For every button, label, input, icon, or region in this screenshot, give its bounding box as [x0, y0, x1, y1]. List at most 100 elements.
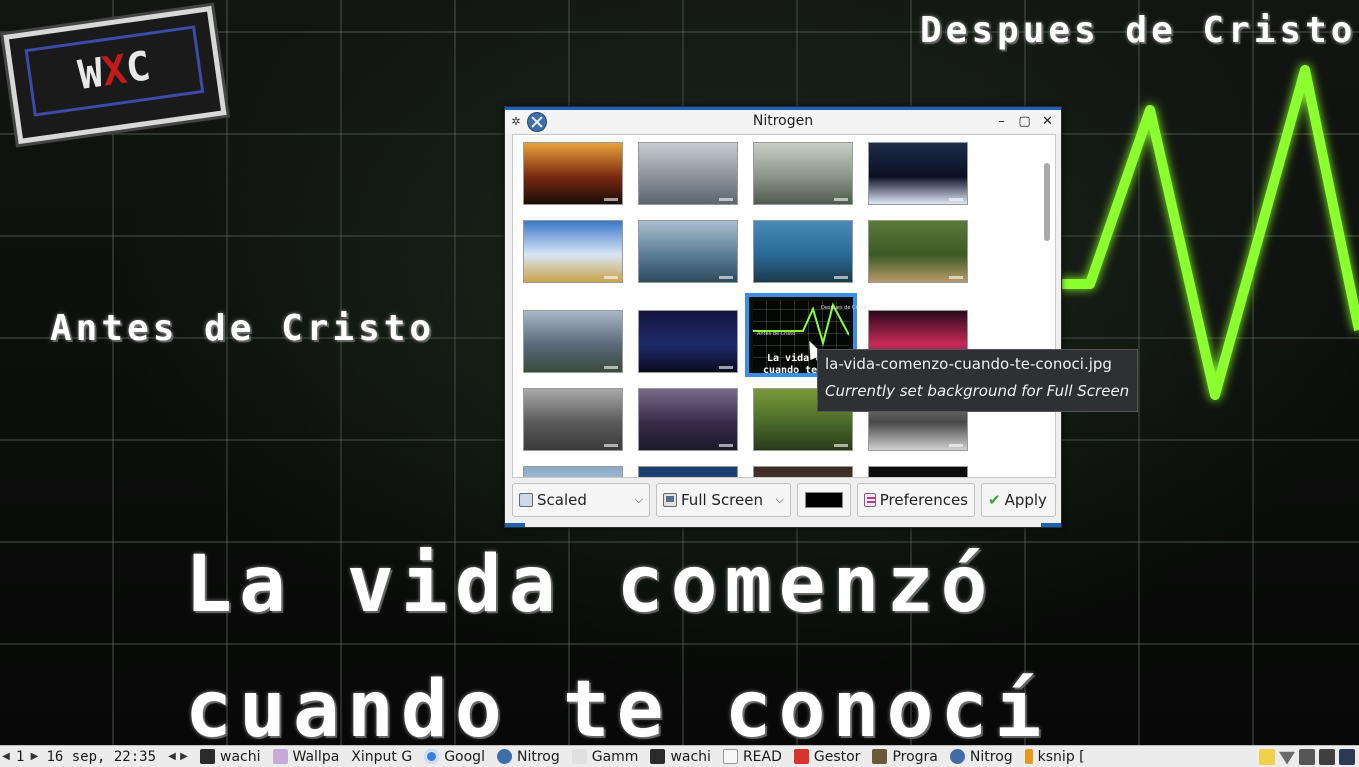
taskbar-item-label: Nitrog	[969, 748, 1013, 765]
workspace-next-icon[interactable]: ▶	[28, 751, 40, 762]
gear-icon[interactable]: ✲	[505, 115, 527, 128]
nitrogen-controls: Scaled ⌵ Full Screen ⌵ Preferences ✔ App…	[512, 483, 1056, 517]
chevron-down-icon: ⌵	[634, 493, 643, 506]
thumbnail-tooltip: la-vida-comenzo-cuando-te-conoci.jpg Cur…	[817, 349, 1138, 412]
thumbnail-duckling-flowers[interactable]	[868, 220, 968, 283]
screen-select[interactable]: Full Screen ⌵	[656, 483, 791, 517]
thumbnail-mountain-sunset[interactable]	[523, 142, 623, 205]
minimize-button[interactable]: –	[992, 112, 1011, 131]
thumbnail-watermark	[719, 276, 733, 279]
chrome-icon	[424, 749, 440, 764]
thumbnail-waterfall[interactable]	[753, 220, 853, 283]
chevron-down-icon: ⌵	[775, 493, 784, 506]
download-icon	[793, 749, 809, 764]
task-scroll-left-icon[interactable]: ◀	[166, 751, 178, 762]
ksnip-icon	[1024, 749, 1033, 764]
apply-label: Apply	[1004, 491, 1047, 509]
thumbnail-partial-1[interactable]	[523, 466, 623, 477]
workspace-prev-icon[interactable]: ◀	[0, 751, 12, 762]
thumbnail-watermark	[719, 366, 733, 369]
terminal-icon	[650, 749, 666, 764]
vertical-scrollbar[interactable]	[1043, 141, 1051, 471]
logo-mark: WXC	[24, 25, 205, 117]
taskbar-item[interactable]: Gestor	[790, 749, 869, 765]
thumbnail-lake-boats[interactable]	[523, 310, 623, 373]
window-resize-handle-left[interactable]	[505, 523, 525, 527]
window-resize-handle-right[interactable]	[1041, 523, 1061, 527]
terminal-icon	[200, 749, 216, 764]
selected-thumbnail-top-text: Despues de Cristo	[821, 305, 867, 311]
thumbnail-wheat-field[interactable]	[523, 220, 623, 283]
window-titlebar[interactable]: ✲ Nitrogen – ▢ ✕	[505, 110, 1061, 133]
thumbnail-white-grass[interactable]	[753, 142, 853, 205]
background-color-button[interactable]	[797, 483, 851, 517]
taskbar-item-label: Gestor	[813, 748, 861, 765]
thumbnail-watermark	[834, 198, 848, 201]
taskbar-item[interactable]: ksnip [	[1021, 749, 1093, 765]
wallpaper-headline-line2: cuando te conocí	[185, 665, 1049, 745]
thumbnail-moon-night[interactable]	[868, 142, 968, 205]
taskbar-item[interactable]: wachi	[646, 749, 719, 765]
thumbnail-gray-circles[interactable]	[638, 142, 738, 205]
taskbar-item[interactable]: wachi	[196, 749, 269, 765]
wifi-icon[interactable]	[1279, 751, 1295, 765]
wine-icon	[872, 749, 888, 764]
taskbar-item[interactable]: Xinput G	[347, 749, 420, 765]
scale-mode-value: Scaled	[537, 491, 587, 509]
task-list: wachi Wallpa Xinput G Googl Nitrog Gamm wachi R…	[196, 749, 1093, 765]
clock[interactable]: 16 sep, 22:35	[40, 749, 166, 765]
system-tray	[1259, 748, 1359, 765]
thumbnail-jesus-inside[interactable]	[638, 310, 738, 373]
tooltip-filename: la-vida-comenzo-cuando-te-conoci.jpg	[825, 355, 1112, 373]
tooltip-status: Currently set background for Full Screen	[825, 382, 1130, 400]
folder-icon	[272, 749, 288, 764]
scrollbar-thumb[interactable]	[1044, 163, 1050, 241]
taskbar-item-label: wachi	[670, 748, 711, 765]
nitrogen-icon	[496, 749, 512, 764]
wallpaper-thumbnail-grid[interactable]: Despues de Cristo Antes de Cristo La vid…	[512, 134, 1056, 478]
taskbar-item[interactable]: READ	[719, 749, 790, 765]
preferences-button[interactable]: Preferences	[857, 483, 975, 517]
taskbar-item[interactable]: Wallpa	[269, 749, 348, 765]
thumbnail-pier-dusk[interactable]	[638, 388, 738, 451]
close-button[interactable]: ✕	[1038, 112, 1057, 131]
taskbar-item-label: ksnip [	[1037, 748, 1085, 765]
thumbnail-watermark	[604, 366, 618, 369]
volume-icon[interactable]	[1299, 748, 1315, 765]
preferences-label: Preferences	[879, 491, 968, 509]
scale-mode-select[interactable]: Scaled ⌵	[512, 483, 650, 517]
thumbnail-blue-mountains[interactable]	[638, 220, 738, 283]
taskbar-item[interactable]: Nitrog	[946, 749, 1021, 765]
monitor-icon	[663, 493, 677, 507]
taskbar-item-label: READ	[742, 748, 782, 765]
thumbnail-partial-3[interactable]	[753, 466, 853, 477]
taskbar-item[interactable]: Gamm	[568, 749, 647, 765]
preferences-icon	[864, 493, 876, 507]
steam-tray-icon[interactable]	[1339, 748, 1355, 765]
thumbnail-gray-arrow[interactable]	[523, 388, 623, 451]
thumbnail-watermark	[834, 276, 848, 279]
window-title: Nitrogen	[752, 113, 814, 129]
thumbnail-watermark	[949, 444, 963, 447]
checkmark-icon: ✔	[988, 491, 1001, 509]
network-icon[interactable]	[1319, 748, 1335, 765]
thumbnail-watermark	[719, 444, 733, 447]
image-icon	[519, 493, 533, 507]
thumbnail-partial-4[interactable]	[868, 466, 968, 477]
workspace-number[interactable]: 1	[12, 749, 28, 765]
taskbar-item-label: wachi	[220, 748, 261, 765]
task-scroll-right-icon[interactable]: ▶	[178, 751, 190, 762]
thumbnail-watermark	[604, 276, 618, 279]
taskbar-item[interactable]: Googl	[420, 749, 493, 765]
screen-select-value: Full Screen	[681, 491, 763, 509]
thumbnail-partial-2[interactable]	[638, 466, 738, 477]
gamma-icon	[571, 749, 587, 764]
notes-tray-icon[interactable]	[1259, 748, 1275, 765]
nitrogen-icon	[527, 111, 547, 132]
thumbnail-watermark	[719, 198, 733, 201]
maximize-button[interactable]: ▢	[1015, 112, 1034, 131]
apply-button[interactable]: ✔ Apply	[981, 483, 1056, 517]
taskbar-item[interactable]: Nitrog	[493, 749, 568, 765]
taskbar-item[interactable]: Progra	[868, 749, 945, 765]
nitrogen-icon	[949, 749, 965, 764]
